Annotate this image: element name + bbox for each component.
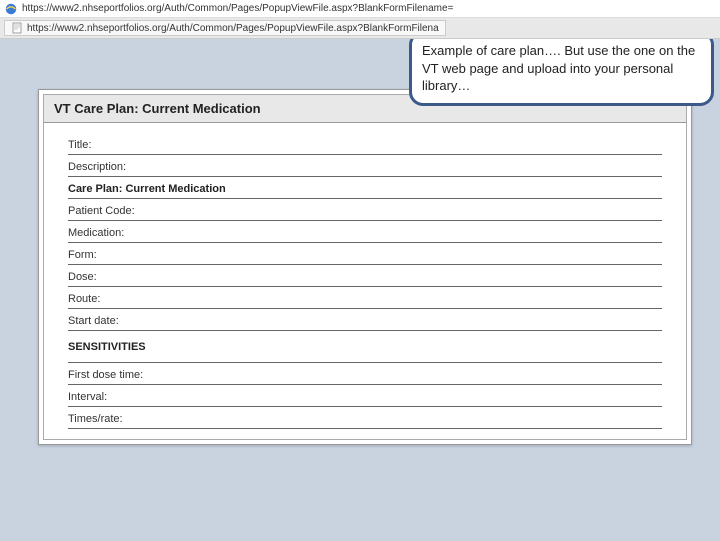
field-route: Route:	[68, 287, 662, 309]
field-label: Form:	[68, 249, 97, 261]
browser-chrome: https://www2.nhseportfolios.org/Auth/Com…	[0, 0, 720, 39]
field-start-date: Start date:	[68, 309, 662, 331]
tab-title: https://www2.nhseportfolios.org/Auth/Com…	[27, 23, 439, 34]
field-label: Title:	[68, 139, 91, 151]
field-title: Title:	[68, 133, 662, 155]
address-url: https://www2.nhseportfolios.org/Auth/Com…	[22, 3, 453, 14]
field-label: First dose time:	[68, 369, 143, 381]
section-sensitivities: SENSITIVITIES	[68, 331, 662, 357]
field-label: Description:	[68, 161, 126, 173]
document: VT Care Plan: Current Medication Title: …	[38, 89, 692, 445]
field-medication: Medication:	[68, 221, 662, 243]
field-label: Dose:	[68, 271, 97, 283]
field-label: Medication:	[68, 227, 124, 239]
address-bar[interactable]: https://www2.nhseportfolios.org/Auth/Com…	[0, 0, 720, 18]
field-label: Times/rate:	[68, 413, 123, 425]
browser-icon	[4, 2, 18, 16]
field-patient-code: Patient Code:	[68, 199, 662, 221]
browser-tab[interactable]: https://www2.nhseportfolios.org/Auth/Com…	[4, 20, 446, 36]
field-description: Description:	[68, 155, 662, 177]
field-label: Care Plan: Current Medication	[68, 183, 226, 195]
field-dose: Dose:	[68, 265, 662, 287]
field-label: Start date:	[68, 315, 119, 327]
field-times-rate: Times/rate:	[68, 407, 662, 429]
field-form: Form:	[68, 243, 662, 265]
field-label: Route:	[68, 293, 100, 305]
tab-bar: https://www2.nhseportfolios.org/Auth/Com…	[0, 18, 720, 38]
document-body: Title: Description: Care Plan: Current M…	[44, 123, 686, 439]
field-label: Interval:	[68, 391, 107, 403]
field-interval: Interval:	[68, 385, 662, 407]
page-icon	[11, 22, 23, 34]
callout-text: Example of care plan…. But use the one o…	[422, 43, 695, 93]
content-area: Example of care plan…. But use the one o…	[0, 39, 720, 541]
annotation-callout: Example of care plan…. But use the one o…	[409, 39, 714, 106]
field-label: Patient Code:	[68, 205, 135, 217]
field-first-dose-time: First dose time:	[68, 363, 662, 385]
field-care-plan: Care Plan: Current Medication	[68, 177, 662, 199]
